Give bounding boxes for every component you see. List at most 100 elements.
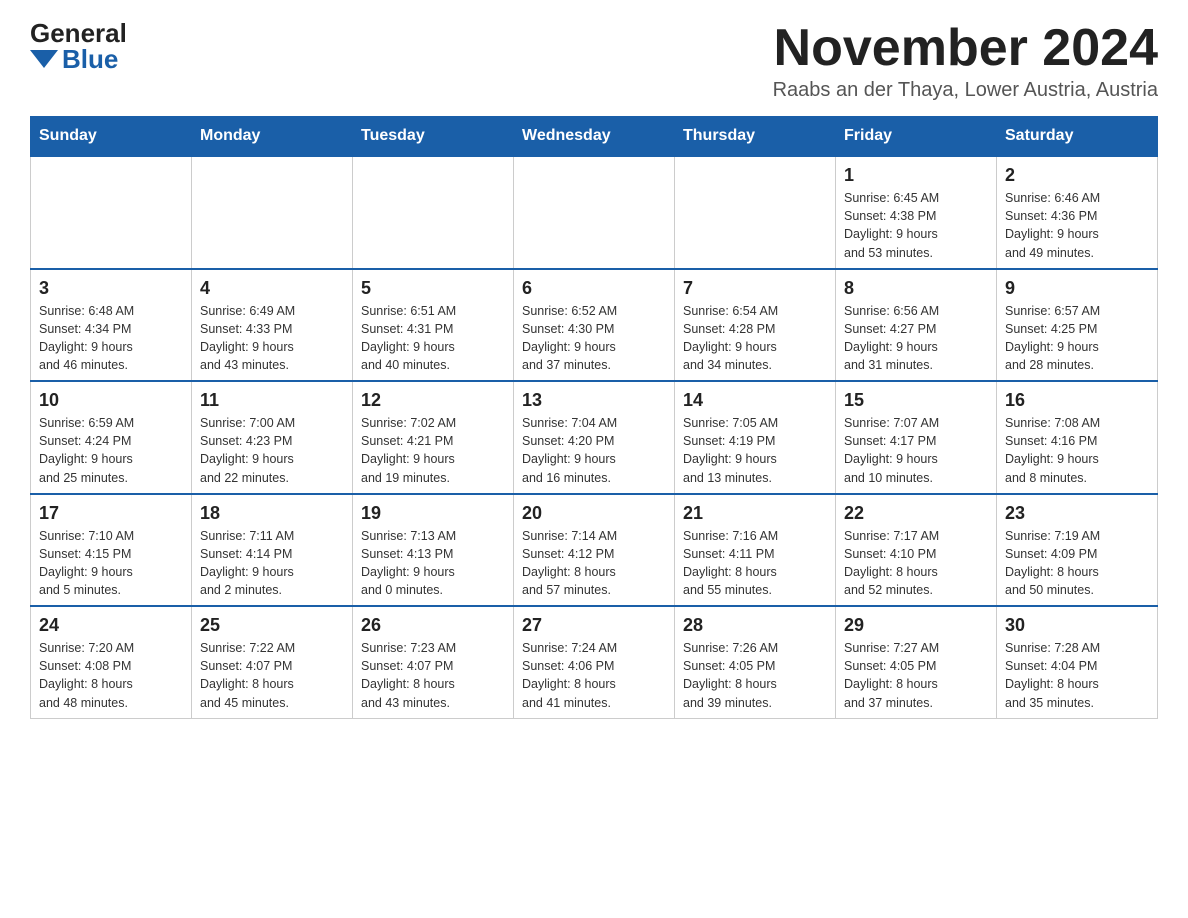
- day-number: 24: [39, 615, 183, 636]
- calendar-cell: 12 Sunrise: 7:02 AM Sunset: 4:21 PM Dayli…: [353, 381, 514, 494]
- week-row-5: 24 Sunrise: 7:20 AM Sunset: 4:08 PM Dayli…: [31, 606, 1158, 718]
- calendar-cell: 25 Sunrise: 7:22 AM Sunset: 4:07 PM Dayli…: [192, 606, 353, 718]
- calendar-cell: 15 Sunrise: 7:07 AM Sunset: 4:17 PM Dayli…: [836, 381, 997, 494]
- day-info: Sunrise: 7:00 AM Sunset: 4:23 PM Dayligh…: [200, 414, 344, 487]
- calendar-cell: 14 Sunrise: 7:05 AM Sunset: 4:19 PM Dayli…: [675, 381, 836, 494]
- day-number: 21: [683, 503, 827, 524]
- title-block: November 2024 Raabs an der Thaya, Lower …: [773, 20, 1158, 102]
- logo-triangle-icon: [30, 50, 58, 68]
- day-info: Sunrise: 7:08 AM Sunset: 4:16 PM Dayligh…: [1005, 414, 1149, 487]
- day-number: 30: [1005, 615, 1149, 636]
- calendar-cell: 22Sunrise: 7:17 AM Sunset: 4:10 PM Dayli…: [836, 494, 997, 607]
- calendar-cell: [514, 156, 675, 269]
- calendar-body: 1Sunrise: 6:45 AM Sunset: 4:38 PM Daylig…: [31, 156, 1158, 718]
- day-info: Sunrise: 6:52 AM Sunset: 4:30 PM Dayligh…: [522, 302, 666, 375]
- day-info: Sunrise: 6:54 AM Sunset: 4:28 PM Dayligh…: [683, 302, 827, 375]
- calendar-cell: [31, 156, 192, 269]
- calendar-cell: 5Sunrise: 6:51 AM Sunset: 4:31 PM Daylig…: [353, 269, 514, 382]
- day-number: 20: [522, 503, 666, 524]
- day-number: 19: [361, 503, 505, 524]
- calendar-cell: 17 Sunrise: 7:10 AM Sunset: 4:15 PM Dayli…: [31, 494, 192, 607]
- day-number: 22: [844, 503, 988, 524]
- calendar-cell: 9 Sunrise: 6:57 AM Sunset: 4:25 PM Daylig…: [997, 269, 1158, 382]
- day-number: 7: [683, 278, 827, 299]
- logo-general-text: General: [30, 20, 127, 46]
- calendar-cell: 21 Sunrise: 7:16 AM Sunset: 4:11 PM Dayli…: [675, 494, 836, 607]
- calendar-table: SundayMondayTuesdayWednesdayThursdayFrid…: [30, 116, 1158, 719]
- day-number: 16: [1005, 390, 1149, 411]
- day-number: 3: [39, 278, 183, 299]
- logo: General Blue: [30, 20, 127, 72]
- logo-blue-row: Blue: [30, 46, 118, 72]
- calendar-cell: 11 Sunrise: 7:00 AM Sunset: 4:23 PM Dayli…: [192, 381, 353, 494]
- day-info: Sunrise: 7:28 AM Sunset: 4:04 PM Dayligh…: [1005, 639, 1149, 712]
- calendar-cell: 16 Sunrise: 7:08 AM Sunset: 4:16 PM Dayli…: [997, 381, 1158, 494]
- header-thursday: Thursday: [675, 117, 836, 157]
- day-info: Sunrise: 7:16 AM Sunset: 4:11 PM Dayligh…: [683, 527, 827, 600]
- calendar-cell: 29 Sunrise: 7:27 AM Sunset: 4:05 PM Dayli…: [836, 606, 997, 718]
- day-info: Sunrise: 7:19 AM Sunset: 4:09 PM Dayligh…: [1005, 527, 1149, 600]
- day-info: Sunrise: 7:07 AM Sunset: 4:17 PM Dayligh…: [844, 414, 988, 487]
- calendar-cell: 13Sunrise: 7:04 AM Sunset: 4:20 PM Dayli…: [514, 381, 675, 494]
- week-row-2: 3Sunrise: 6:48 AM Sunset: 4:34 PM Daylig…: [31, 269, 1158, 382]
- day-number: 26: [361, 615, 505, 636]
- calendar-header: SundayMondayTuesdayWednesdayThursdayFrid…: [31, 117, 1158, 157]
- day-info: Sunrise: 6:49 AM Sunset: 4:33 PM Dayligh…: [200, 302, 344, 375]
- day-number: 4: [200, 278, 344, 299]
- day-info: Sunrise: 7:05 AM Sunset: 4:19 PM Dayligh…: [683, 414, 827, 487]
- page-header: General Blue November 2024 Raabs an der …: [30, 20, 1158, 102]
- day-number: 1: [844, 165, 988, 186]
- day-info: Sunrise: 7:23 AM Sunset: 4:07 PM Dayligh…: [361, 639, 505, 712]
- calendar-cell: 20Sunrise: 7:14 AM Sunset: 4:12 PM Dayli…: [514, 494, 675, 607]
- day-number: 11: [200, 390, 344, 411]
- week-row-1: 1Sunrise: 6:45 AM Sunset: 4:38 PM Daylig…: [31, 156, 1158, 269]
- calendar-cell: 8 Sunrise: 6:56 AM Sunset: 4:27 PM Daylig…: [836, 269, 997, 382]
- day-info: Sunrise: 7:11 AM Sunset: 4:14 PM Dayligh…: [200, 527, 344, 600]
- calendar-cell: 3Sunrise: 6:48 AM Sunset: 4:34 PM Daylig…: [31, 269, 192, 382]
- day-number: 8: [844, 278, 988, 299]
- day-number: 14: [683, 390, 827, 411]
- day-info: Sunrise: 7:13 AM Sunset: 4:13 PM Dayligh…: [361, 527, 505, 600]
- day-info: Sunrise: 6:59 AM Sunset: 4:24 PM Dayligh…: [39, 414, 183, 487]
- calendar-cell: 26 Sunrise: 7:23 AM Sunset: 4:07 PM Dayli…: [353, 606, 514, 718]
- day-number: 29: [844, 615, 988, 636]
- day-number: 25: [200, 615, 344, 636]
- day-number: 23: [1005, 503, 1149, 524]
- calendar-cell: [353, 156, 514, 269]
- location-subtitle: Raabs an der Thaya, Lower Austria, Austr…: [773, 79, 1158, 102]
- day-info: Sunrise: 7:27 AM Sunset: 4:05 PM Dayligh…: [844, 639, 988, 712]
- calendar-cell: 4 Sunrise: 6:49 AM Sunset: 4:33 PM Daylig…: [192, 269, 353, 382]
- week-row-4: 17 Sunrise: 7:10 AM Sunset: 4:15 PM Dayli…: [31, 494, 1158, 607]
- header-monday: Monday: [192, 117, 353, 157]
- day-number: 15: [844, 390, 988, 411]
- day-info: Sunrise: 7:04 AM Sunset: 4:20 PM Dayligh…: [522, 414, 666, 487]
- calendar-cell: [675, 156, 836, 269]
- day-number: 12: [361, 390, 505, 411]
- day-info: Sunrise: 7:10 AM Sunset: 4:15 PM Dayligh…: [39, 527, 183, 600]
- day-number: 17: [39, 503, 183, 524]
- header-tuesday: Tuesday: [353, 117, 514, 157]
- day-info: Sunrise: 7:20 AM Sunset: 4:08 PM Dayligh…: [39, 639, 183, 712]
- day-number: 27: [522, 615, 666, 636]
- calendar-cell: 10 Sunrise: 6:59 AM Sunset: 4:24 PM Dayli…: [31, 381, 192, 494]
- day-number: 9: [1005, 278, 1149, 299]
- header-row: SundayMondayTuesdayWednesdayThursdayFrid…: [31, 117, 1158, 157]
- day-number: 6: [522, 278, 666, 299]
- header-sunday: Sunday: [31, 117, 192, 157]
- calendar-cell: 24 Sunrise: 7:20 AM Sunset: 4:08 PM Dayli…: [31, 606, 192, 718]
- day-info: Sunrise: 6:56 AM Sunset: 4:27 PM Dayligh…: [844, 302, 988, 375]
- calendar-cell: 23 Sunrise: 7:19 AM Sunset: 4:09 PM Dayli…: [997, 494, 1158, 607]
- calendar-cell: [192, 156, 353, 269]
- day-info: Sunrise: 7:02 AM Sunset: 4:21 PM Dayligh…: [361, 414, 505, 487]
- day-number: 28: [683, 615, 827, 636]
- calendar-cell: 2Sunrise: 6:46 AM Sunset: 4:36 PM Daylig…: [997, 156, 1158, 269]
- calendar-cell: 18Sunrise: 7:11 AM Sunset: 4:14 PM Dayli…: [192, 494, 353, 607]
- day-info: Sunrise: 6:57 AM Sunset: 4:25 PM Dayligh…: [1005, 302, 1149, 375]
- day-info: Sunrise: 7:22 AM Sunset: 4:07 PM Dayligh…: [200, 639, 344, 712]
- calendar-cell: 27Sunrise: 7:24 AM Sunset: 4:06 PM Dayli…: [514, 606, 675, 718]
- week-row-3: 10 Sunrise: 6:59 AM Sunset: 4:24 PM Dayli…: [31, 381, 1158, 494]
- calendar-cell: 7 Sunrise: 6:54 AM Sunset: 4:28 PM Daylig…: [675, 269, 836, 382]
- header-wednesday: Wednesday: [514, 117, 675, 157]
- day-number: 10: [39, 390, 183, 411]
- calendar-cell: 1Sunrise: 6:45 AM Sunset: 4:38 PM Daylig…: [836, 156, 997, 269]
